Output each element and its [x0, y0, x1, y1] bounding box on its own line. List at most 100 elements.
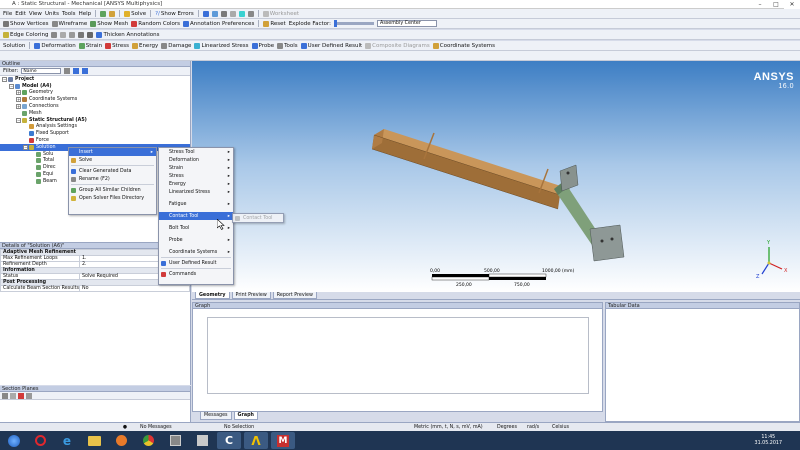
- tree-item-fixed-support[interactable]: −Fixed Support: [0, 130, 190, 137]
- stress-button[interactable]: Stress: [105, 42, 129, 49]
- edge-thin-icon[interactable]: [69, 31, 76, 38]
- status-temp[interactable]: Celsius: [550, 425, 580, 430]
- filter-collapse-icon[interactable]: [82, 68, 89, 74]
- user-defined-result-button[interactable]: User Defined Result: [300, 42, 362, 49]
- menu-units[interactable]: Units: [45, 11, 59, 17]
- section-icon[interactable]: [229, 10, 236, 17]
- menu-item-insert[interactable]: Insert ▸: [69, 148, 156, 156]
- minimize-button[interactable]: –: [752, 0, 768, 9]
- random-colors-button[interactable]: Random Colors: [131, 20, 180, 27]
- wireframe-button[interactable]: Wireframe: [51, 20, 87, 27]
- linearized-stress-button[interactable]: Linearized Stress: [194, 42, 249, 49]
- menu-item-fatigue[interactable]: Fatigue ▸: [159, 200, 233, 208]
- annotation-preferences-button[interactable]: Annotation Preferences: [183, 20, 254, 27]
- opera-icon[interactable]: [28, 432, 52, 449]
- tab-print-preview[interactable]: Print Preview: [231, 292, 271, 299]
- expand-toggle-icon[interactable]: +: [16, 90, 21, 96]
- status-units[interactable]: Metric (mm, t, N, s, mV, mA): [410, 425, 495, 430]
- status-degrees[interactable]: Degrees: [495, 425, 525, 430]
- status-messages[interactable]: No Messages: [140, 425, 220, 430]
- c-app-icon[interactable]: C: [217, 432, 241, 449]
- menu-item-stress-tool[interactable]: Stress Tool ▸: [159, 148, 233, 156]
- label-icon[interactable]: [220, 10, 227, 17]
- menu-file[interactable]: File: [3, 11, 12, 17]
- edge-thick-icon[interactable]: [78, 31, 85, 38]
- worksheet-button[interactable]: Worksheet: [262, 10, 299, 17]
- section-edit-icon[interactable]: [10, 393, 16, 399]
- tab-report-preview[interactable]: Report Preview: [272, 292, 317, 299]
- filter-dropdown[interactable]: Name: [21, 68, 62, 74]
- menu-item-clear-generated-data[interactable]: Clear Generated Data: [69, 167, 156, 175]
- assembly-center-dropdown[interactable]: Assembly Center: [377, 20, 438, 27]
- chrome-icon[interactable]: [136, 432, 160, 449]
- calculator-icon[interactable]: [190, 432, 214, 449]
- details-row[interactable]: Calculate Beam Section Results No: [0, 285, 191, 292]
- tree-item-model-a4[interactable]: − Model (A4): [0, 83, 190, 90]
- tools-button[interactable]: Tools: [277, 42, 298, 49]
- menu-item-solve[interactable]: Solve: [69, 156, 156, 164]
- show-vertices-button[interactable]: Show Vertices: [3, 20, 49, 27]
- select-icon[interactable]: [202, 10, 209, 17]
- menu-item-rename-f2[interactable]: Rename (F2): [69, 175, 156, 183]
- close-button[interactable]: ✕: [784, 0, 800, 9]
- geometry-icon[interactable]: [109, 10, 116, 17]
- menu-item-stress[interactable]: Stress ▸: [159, 172, 233, 180]
- show-mesh-button[interactable]: Show Mesh: [90, 20, 128, 27]
- coordinate-systems-button[interactable]: Coordinate Systems: [432, 42, 495, 49]
- filter-search-icon[interactable]: [64, 68, 71, 74]
- menu-item-open-solver-files-directory[interactable]: Open Solver Files Directory: [69, 194, 156, 202]
- menu-view[interactable]: View: [29, 11, 42, 17]
- probe-icon[interactable]: [211, 10, 218, 17]
- menu-help[interactable]: Help: [79, 11, 92, 17]
- section-show-icon[interactable]: [26, 393, 32, 399]
- edge-style-icon[interactable]: [51, 31, 58, 38]
- menu-item-user-defined-result[interactable]: User Defined Result: [159, 259, 233, 267]
- deformation-button[interactable]: Deformation: [34, 42, 76, 49]
- reset-button[interactable]: Reset: [263, 20, 286, 27]
- mechanical-icon[interactable]: M: [271, 432, 295, 449]
- tree-item-project[interactable]: − Project: [0, 76, 190, 83]
- edge-direction-icon[interactable]: [60, 31, 67, 38]
- solve-button[interactable]: Solve: [124, 10, 146, 17]
- start-icon[interactable]: [3, 432, 25, 449]
- explorer-icon[interactable]: [82, 432, 106, 449]
- menu-item-probe[interactable]: Probe ▸: [159, 236, 233, 244]
- menu-item-commands[interactable]: Commands: [159, 270, 233, 278]
- status-rad[interactable]: rad/s: [525, 425, 550, 430]
- composite-diagrams-button[interactable]: Composite Diagrams: [365, 42, 430, 49]
- workbench-icon[interactable]: [163, 432, 187, 449]
- tree-item-analysis-settings[interactable]: −Analysis Settings: [0, 124, 190, 131]
- menu-item-group-all-similar-children[interactable]: Group All Similar Children: [69, 186, 156, 194]
- contact-tool-submenu-item[interactable]: Contact Tool: [233, 214, 283, 222]
- edge-wire-icon[interactable]: [87, 31, 94, 38]
- thicken-annotations-button[interactable]: Thicken Annotations: [96, 31, 160, 38]
- tree-item-static-structural-a5[interactable]: − Static Structural (A5): [0, 117, 190, 124]
- menu-item-energy[interactable]: Energy ▸: [159, 180, 233, 188]
- image-icon[interactable]: [247, 10, 254, 17]
- energy-button[interactable]: Energy: [131, 42, 158, 49]
- menu-edit[interactable]: Edit: [15, 11, 26, 17]
- expand-toggle-icon[interactable]: −: [16, 117, 21, 123]
- tree-item-mesh[interactable]: −Mesh: [0, 110, 190, 117]
- maximize-button[interactable]: □: [768, 0, 784, 9]
- media-player-icon[interactable]: [109, 432, 133, 449]
- show-errors-button[interactable]: ?/Show Errors: [155, 11, 194, 17]
- explode-slider[interactable]: [334, 20, 375, 27]
- section-add-icon[interactable]: [2, 393, 8, 399]
- edge-coloring-button[interactable]: Edge Coloring: [3, 31, 48, 38]
- tree-item-geometry[interactable]: + Geometry: [0, 90, 190, 97]
- damage-button[interactable]: Damage: [161, 42, 191, 49]
- slider-thumb[interactable]: [334, 20, 338, 27]
- expand-toggle-icon[interactable]: +: [16, 97, 21, 103]
- ansys-icon[interactable]: Λ: [244, 432, 268, 449]
- ie-icon[interactable]: e: [55, 432, 79, 449]
- strain-button[interactable]: Strain: [78, 42, 102, 49]
- menu-item-coordinate-systems[interactable]: Coordinate Systems ▸: [159, 248, 233, 256]
- menu-tools[interactable]: Tools: [62, 11, 76, 17]
- tab-graph[interactable]: Graph: [233, 412, 258, 420]
- tree-item-coordinate-systems[interactable]: + Coordinate Systems: [0, 96, 190, 103]
- comment-icon[interactable]: [238, 10, 245, 17]
- expand-toggle-icon[interactable]: +: [16, 104, 21, 110]
- expand-toggle-icon[interactable]: −: [23, 144, 28, 150]
- details-property-value[interactable]: No: [78, 285, 191, 292]
